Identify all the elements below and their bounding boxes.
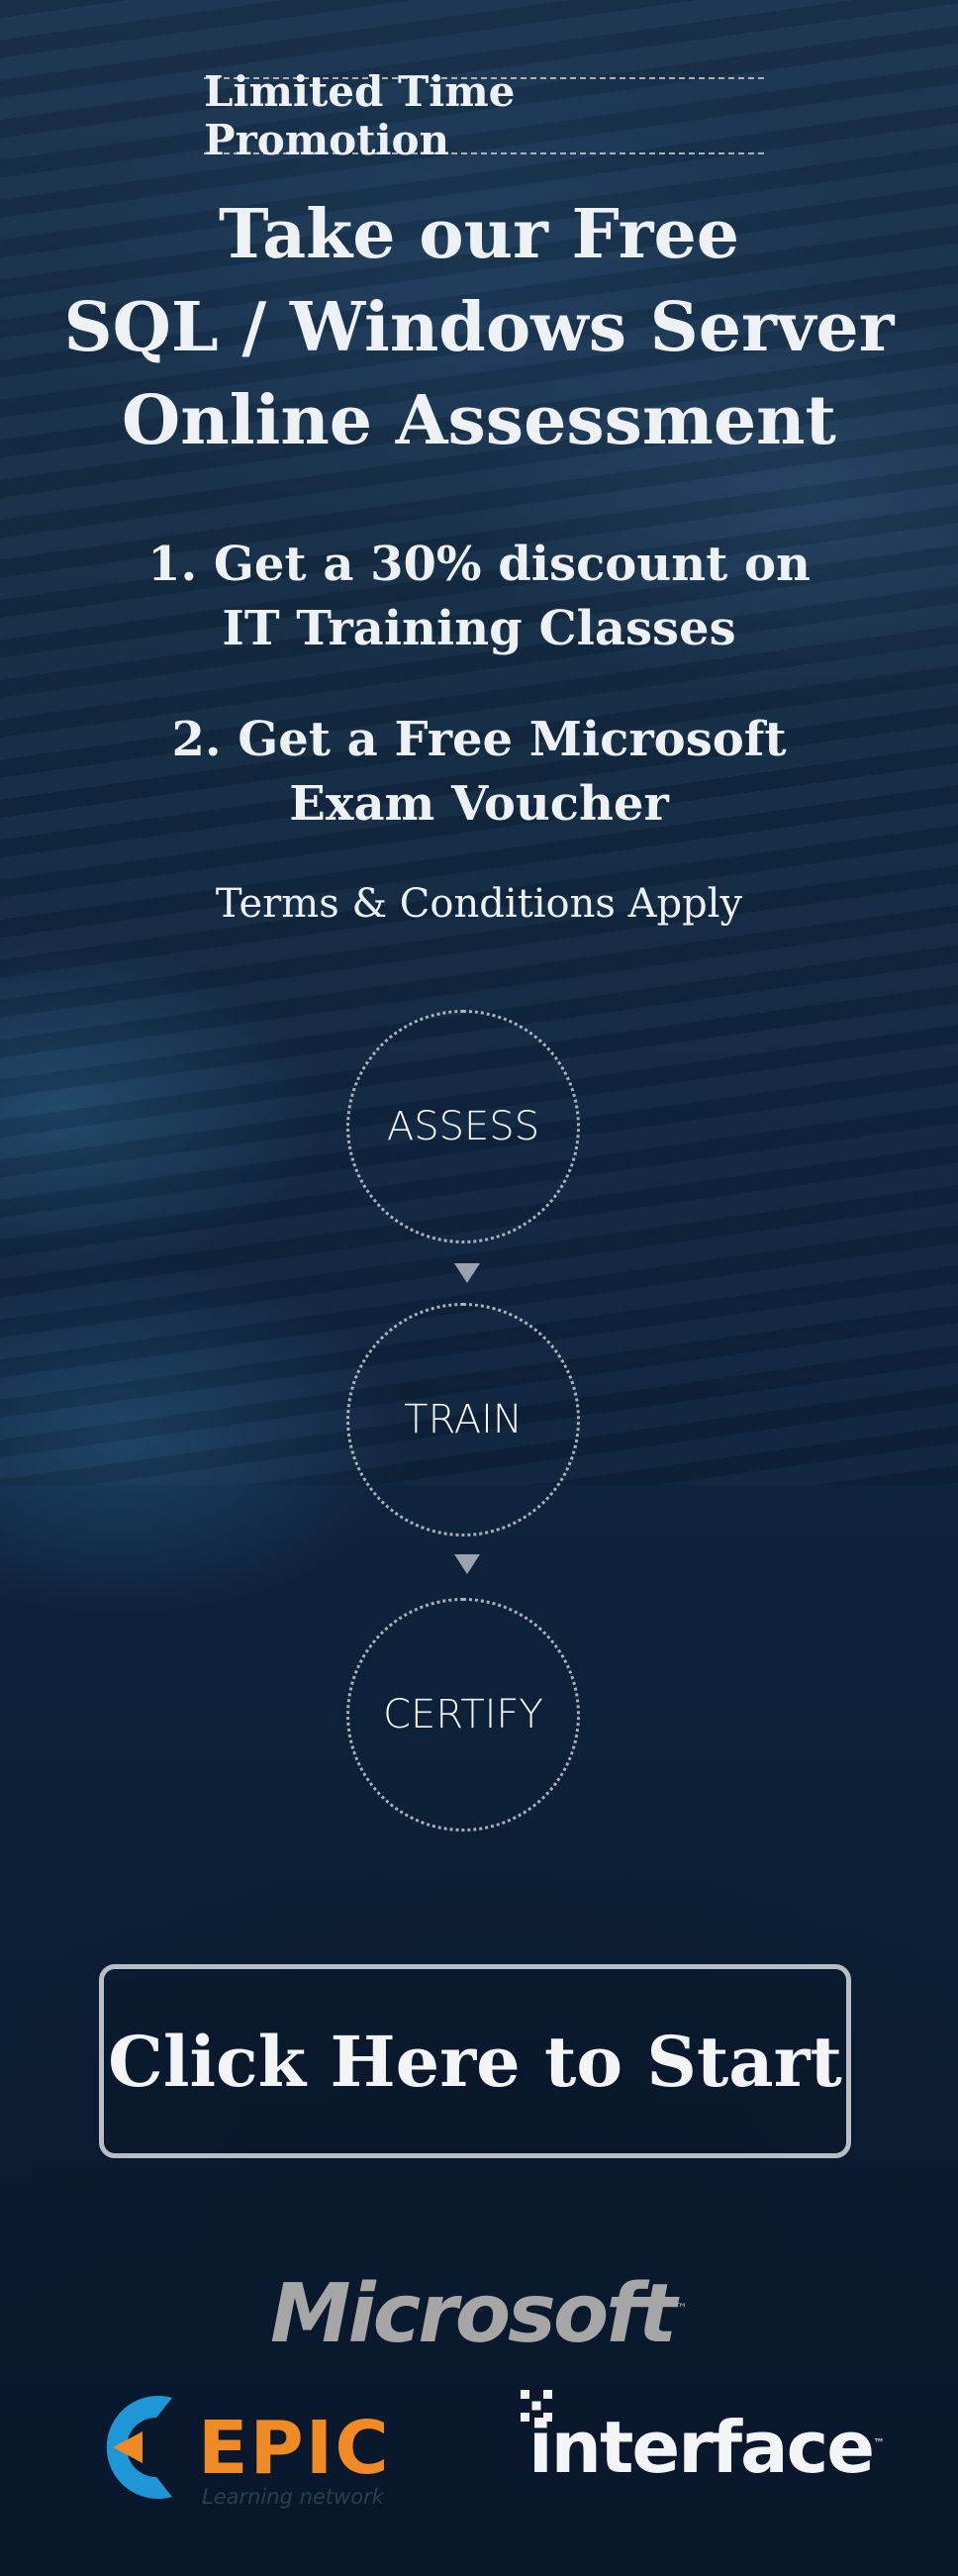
benefit-discount-line-2: IT Training Classes [222, 601, 736, 656]
step-train: TRAIN [346, 1303, 580, 1536]
down-arrow-icon [454, 1554, 480, 1574]
step-train-label: TRAIN [404, 1397, 523, 1442]
promo-banner: Limited Time Promotion Take our Free SQL… [0, 0, 958, 2576]
start-button-label: Click Here to Start [108, 2020, 842, 2103]
epic-mark-icon [106, 2396, 172, 2499]
headline-line-3: Online Assessment [122, 381, 836, 460]
terms-text: Terms & Conditions Apply [215, 881, 743, 927]
start-button[interactable]: Click Here to Start [99, 1964, 851, 2158]
step-assess: ASSESS [346, 1010, 580, 1243]
epic-tagline: Learning network [202, 2485, 384, 2509]
benefit-voucher-line-1: 2. Get a Free Microsoft [171, 712, 787, 767]
headline-line-2: SQL / Windows Server [63, 288, 895, 367]
down-arrow-icon [454, 1263, 480, 1283]
headline: Take our Free SQL / Windows Server Onlin… [0, 188, 958, 467]
step-assess-label: ASSESS [386, 1104, 540, 1149]
step-certify: CERTIFY [346, 1598, 580, 1832]
headline-line-1: Take our Free [219, 195, 739, 274]
epic-wordmark: EPIC [198, 2406, 391, 2491]
interface-wordmark: interface™ [528, 2406, 886, 2489]
epic-logo: EPIC Learning network [103, 2388, 400, 2509]
promo-label: Limited Time Promotion [204, 67, 764, 164]
benefit-voucher: 2. Get a Free Microsoft Exam Voucher [0, 708, 958, 837]
step-certify-label: CERTIFY [383, 1692, 543, 1737]
benefit-discount: 1. Get a 30% discount on IT Training Cla… [0, 533, 958, 661]
benefit-voucher-line-2: Exam Voucher [289, 776, 669, 832]
benefit-discount-line-1: 1. Get a 30% discount on [147, 537, 811, 592]
interface-logo: interface™ [515, 2386, 885, 2505]
microsoft-logo: Microsoft™ [269, 2267, 689, 2361]
